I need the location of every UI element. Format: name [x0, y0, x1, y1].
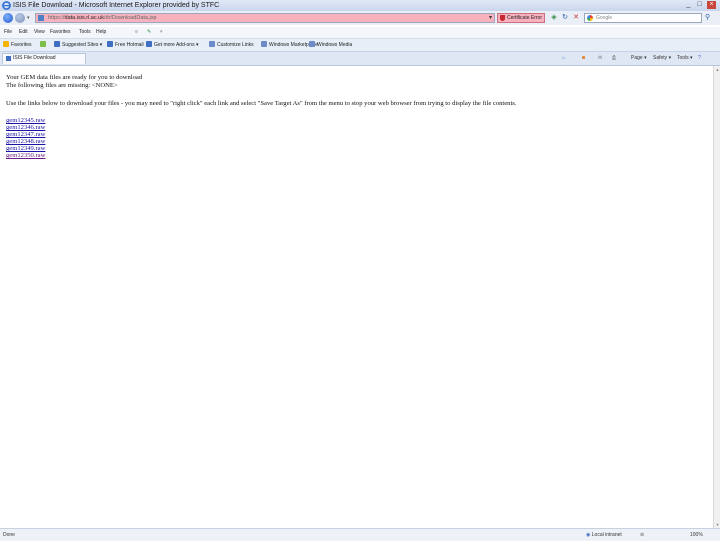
- ie-page-icon: [261, 41, 267, 47]
- ie-page-icon: [107, 41, 113, 47]
- fav-get-more-add-ons[interactable]: Get more Add-ons ▾: [146, 41, 198, 49]
- safety-menu[interactable]: Safety ▾: [653, 55, 671, 62]
- refresh-icon[interactable]: ↻: [561, 14, 569, 22]
- compatibility-view-icon[interactable]: ◈: [550, 14, 558, 22]
- page-icon: [6, 56, 11, 61]
- menu-bar: File Edit View Favorites Tools Help ≡ ✎ …: [0, 27, 720, 39]
- fav-label: Get more Add-ons ▾: [154, 42, 199, 48]
- minimize-button[interactable]: _: [684, 1, 693, 9]
- zone-label: Local intranet: [591, 532, 622, 538]
- address-url: https://data.isis.rl.ac.uk/dr/DownloadDa…: [48, 15, 157, 22]
- menu-view[interactable]: View: [34, 29, 45, 36]
- fav-windows-media[interactable]: Windows Media: [309, 41, 352, 49]
- fav-suggested-sites[interactable]: Suggested Sites ▾: [54, 41, 102, 49]
- fav-label: Suggested Sites ▾: [62, 42, 103, 48]
- close-button[interactable]: ×: [707, 1, 716, 9]
- url-host: data.isis.rl.ac.uk: [64, 15, 104, 21]
- tools-menu[interactable]: Tools ▾: [677, 55, 693, 62]
- fav-label: Free Hotmail: [115, 42, 144, 48]
- forward-button[interactable]: [15, 13, 25, 23]
- star-icon: [3, 41, 9, 47]
- scroll-down-arrow-icon[interactable]: ▼: [715, 522, 720, 527]
- address-field[interactable]: https://data.isis.rl.ac.uk/dr/DownloadDa…: [35, 13, 495, 23]
- fav-free-hotmail[interactable]: Free Hotmail: [107, 41, 144, 49]
- ie-page-icon: [54, 41, 60, 47]
- title-bar: ISIS File Download - Microsoft Internet …: [0, 0, 720, 11]
- fav-label: Windows Media: [317, 42, 353, 48]
- favorites-button[interactable]: Favorites: [3, 41, 32, 49]
- missing-files-message: The following files are missing: <NONE>: [6, 82, 118, 89]
- certificate-error-button[interactable]: Certificate Error: [497, 13, 545, 23]
- help-icon[interactable]: ?: [698, 55, 701, 62]
- menu-edit[interactable]: Edit: [19, 29, 28, 36]
- zoom-level[interactable]: 100%: [690, 531, 703, 539]
- tab-row: ISIS File Download ⌂ ◙ ✉ ⎙ Page ▾ Safety…: [0, 52, 720, 66]
- vertical-scrollbar[interactable]: ▲ ▼: [713, 66, 720, 528]
- maximize-button[interactable]: □: [695, 1, 704, 9]
- certificate-error-label: Certificate Error: [507, 15, 543, 21]
- fav-customize-links[interactable]: Customize Links: [209, 41, 254, 49]
- page-icon: [38, 15, 44, 21]
- google-icon: [587, 15, 593, 21]
- internet-explorer-icon: [2, 1, 11, 10]
- ie-page-icon: [209, 41, 215, 47]
- recent-pages-dropdown-icon[interactable]: ▾: [27, 15, 30, 21]
- read-mail-icon[interactable]: ✉: [598, 55, 602, 62]
- security-zone[interactable]: ◉ Local intranet: [586, 531, 622, 539]
- window-title: ISIS File Download - Microsoft Internet …: [13, 2, 220, 9]
- scroll-up-arrow-icon[interactable]: ▲: [715, 67, 720, 72]
- shortcut-icon[interactable]: ✎: [147, 29, 151, 36]
- fav-label: Customize Links: [217, 42, 254, 48]
- shield-icon: [500, 15, 505, 21]
- toolbar-options-icon[interactable]: ▾: [160, 29, 163, 36]
- ready-message: Your GEM data files are ready for you to…: [6, 74, 143, 81]
- print-icon[interactable]: ⎙: [612, 55, 616, 62]
- url-path: /dr/DownloadData.jsp: [103, 15, 157, 21]
- status-text: Done: [3, 532, 15, 538]
- tab-isis-file-download[interactable]: ISIS File Download: [2, 53, 86, 64]
- download-instructions: Use the links below to download your fil…: [6, 100, 517, 107]
- search-icon[interactable]: ⚲: [705, 14, 714, 22]
- protected-mode-icon[interactable]: ⊘: [640, 531, 644, 539]
- address-dropdown-icon[interactable]: ▾: [489, 14, 492, 21]
- page-content: Your GEM data files are ready for you to…: [0, 66, 713, 528]
- menu-tools[interactable]: Tools: [79, 29, 91, 36]
- file-link[interactable]: gem12350.raw: [6, 152, 45, 160]
- favorites-label: Favorites: [11, 42, 32, 48]
- add-favorite-icon[interactable]: [40, 41, 48, 49]
- favorites-bar: Favorites Suggested Sites ▾ Free Hotmail…: [0, 39, 720, 52]
- url-prefix: https://: [48, 15, 65, 21]
- back-button[interactable]: [3, 13, 13, 23]
- add-star-icon: [40, 41, 46, 47]
- search-box[interactable]: Google: [584, 13, 702, 23]
- ie-page-icon: [309, 41, 315, 47]
- menu-favorites[interactable]: Favorites: [50, 29, 71, 36]
- status-bar: Done ◉ Local intranet ⊘ 100%: [0, 528, 720, 541]
- home-icon[interactable]: ⌂: [562, 55, 565, 62]
- address-bar-row: ▾ https://data.isis.rl.ac.uk/dr/Download…: [0, 11, 720, 25]
- page-menu[interactable]: Page ▾: [631, 55, 647, 62]
- search-input[interactable]: Google: [596, 15, 612, 22]
- feeds-icon[interactable]: ◙: [582, 55, 585, 62]
- menu-file[interactable]: File: [4, 29, 12, 36]
- stop-icon[interactable]: ✕: [572, 14, 580, 22]
- menu-help[interactable]: Help: [96, 29, 106, 36]
- compatibility-toolbar-icon[interactable]: ≡: [135, 29, 138, 36]
- tab-label: ISIS File Download: [13, 55, 56, 61]
- ie-page-icon: [146, 41, 152, 47]
